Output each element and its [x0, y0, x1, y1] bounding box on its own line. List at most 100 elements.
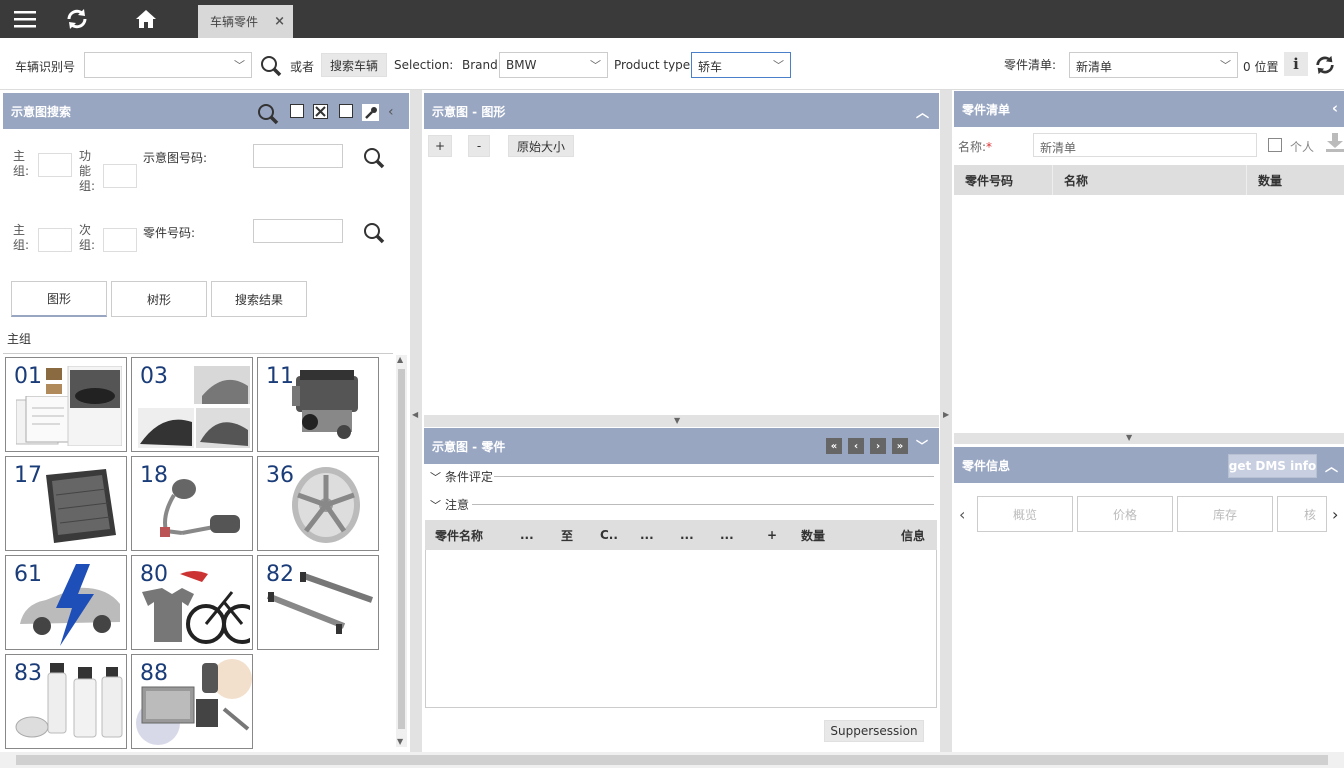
refresh-list-icon[interactable] — [1314, 54, 1336, 79]
product-type-select[interactable]: 轿车 ﹀ — [691, 52, 791, 78]
chevron-left-icon[interactable]: ‹ — [959, 505, 965, 524]
engine-image — [292, 370, 358, 439]
group-tile-36[interactable]: 36 — [257, 456, 379, 551]
col-to[interactable]: 至 — [561, 520, 573, 550]
diagram-parts-title: 示意图 - 零件 — [432, 439, 506, 454]
info-icon[interactable]: i — [1284, 52, 1308, 76]
close-icon[interactable]: × — [274, 14, 285, 29]
function-group-input[interactable] — [103, 164, 137, 188]
download-icon[interactable] — [1326, 133, 1344, 156]
tab-graphic[interactable]: 图形 — [11, 281, 107, 317]
prev-page-icon[interactable]: ‹ — [848, 438, 864, 454]
last-page-icon[interactable]: » — [892, 438, 908, 454]
tab-stock[interactable]: 库存 — [1177, 496, 1273, 532]
personal-checkbox[interactable] — [1268, 138, 1282, 152]
tab-vehicle-parts[interactable]: 车辆零件 × — [198, 5, 293, 38]
suppersession-button[interactable]: Suppersession — [824, 720, 924, 742]
group-tile-88[interactable]: 88 — [131, 654, 253, 749]
splitter-right[interactable]: ▶ — [940, 90, 952, 752]
horizontal-scrollbar[interactable] — [0, 752, 1344, 768]
next-page-icon[interactable]: › — [870, 438, 886, 454]
chevron-down-icon[interactable]: ▼ — [674, 416, 680, 425]
group-tile-17[interactable]: 17 — [5, 456, 127, 551]
group-tile-82[interactable]: 82 — [257, 555, 379, 650]
sub-group-input[interactable] — [103, 228, 137, 252]
scrollbar[interactable]: ▲ ▼ — [396, 355, 407, 747]
col-quantity[interactable]: 数量 — [801, 520, 825, 550]
search-icon[interactable] — [260, 55, 282, 80]
group-tile-11[interactable]: 11 — [257, 357, 379, 452]
list-name-input[interactable]: 新清单 — [1033, 133, 1257, 157]
splitter-middle[interactable]: ▼ — [424, 415, 939, 427]
product-type-value: 轿车 — [698, 60, 723, 74]
collapse-left-icon[interactable]: ‹ — [388, 104, 394, 120]
get-dms-info-button[interactable]: get DMS info — [1228, 454, 1317, 478]
scroll-down-icon[interactable]: ▼ — [397, 737, 403, 746]
parts-list-select[interactable]: 新清单 ﹀ — [1069, 52, 1238, 78]
col-more-1[interactable]: ... — [520, 520, 534, 550]
refresh-icon[interactable] — [62, 0, 92, 38]
zoom-out-button[interactable]: - — [468, 135, 490, 157]
search-icon[interactable] — [363, 222, 385, 247]
col-part-number[interactable]: 零件号码 — [965, 165, 1013, 195]
brand-select[interactable]: BMW ﹀ — [499, 52, 608, 78]
main-group-input[interactable] — [38, 153, 72, 177]
tab-verify[interactable]: 核 — [1277, 496, 1327, 532]
group-tile-80[interactable]: 80 — [131, 555, 253, 650]
splitter-left[interactable]: ◀ — [410, 90, 422, 752]
tab-overview[interactable]: 概览 — [977, 496, 1073, 532]
wrench-icon[interactable] — [362, 104, 379, 121]
col-more-3[interactable]: ... — [680, 520, 694, 550]
group-tile-61[interactable]: 61 — [5, 555, 127, 650]
chevron-left-icon[interactable]: ◀ — [412, 410, 418, 419]
group-tile-18[interactable]: 18 — [131, 456, 253, 551]
part-no-input[interactable] — [253, 219, 343, 243]
search-vehicle-button[interactable]: 搜索车辆 — [321, 53, 387, 77]
menu-icon[interactable] — [8, 0, 42, 38]
zoom-in-button[interactable]: + — [428, 135, 452, 157]
group-tile-83[interactable]: 83 — [5, 654, 127, 749]
chevron-up-icon[interactable]: ︿ — [916, 102, 929, 121]
chevron-right-icon[interactable]: ▶ — [943, 410, 949, 419]
col-part-name[interactable]: 零件名称 — [435, 520, 483, 550]
collapse-left-icon[interactable]: ‹ — [1332, 99, 1338, 117]
vin-select[interactable]: ﹀ — [84, 52, 252, 78]
col-quantity[interactable]: 数量 — [1258, 165, 1282, 195]
col-more-2[interactable]: ... — [640, 520, 654, 550]
splitter-right-horizontal[interactable]: ▼ — [954, 433, 1344, 444]
col-c[interactable]: C.. — [600, 520, 618, 550]
checkbox-icon[interactable] — [339, 104, 353, 118]
scrollbar-thumb[interactable] — [398, 369, 405, 729]
notes-section[interactable]: ﹀ 注意 — [430, 496, 469, 513]
tab-search-results[interactable]: 搜索结果 — [211, 281, 307, 317]
col-info[interactable]: 信息 — [901, 520, 925, 550]
chevron-right-icon[interactable]: › — [1332, 505, 1338, 524]
tab-price[interactable]: 价格 — [1077, 496, 1173, 532]
search-icon[interactable] — [363, 147, 385, 172]
diagram-parts-header: 示意图 - 零件 « ‹ › » ﹀ — [424, 428, 939, 464]
group-tile-03[interactable]: 03 — [131, 357, 253, 452]
parts-list-header: 零件清单 ‹ — [954, 91, 1344, 127]
home-icon[interactable] — [132, 0, 160, 38]
chevron-up-icon[interactable]: ︿ — [1325, 456, 1338, 475]
diagram-no-input[interactable] — [253, 144, 343, 168]
tab-tree[interactable]: 树形 — [111, 281, 207, 317]
expand-icon[interactable] — [313, 104, 328, 119]
condition-section[interactable]: ﹀ 条件评定 — [430, 468, 493, 485]
scrollbar-thumb[interactable] — [16, 755, 1328, 765]
chevron-down-icon[interactable]: ▼ — [1126, 433, 1132, 442]
group-tile-01[interactable]: 01 — [5, 357, 127, 452]
scroll-up-icon[interactable]: ▲ — [397, 355, 403, 364]
part-no-label: 零件号码: — [143, 226, 196, 240]
col-plus[interactable]: + — [767, 520, 777, 550]
exhaust-image — [160, 479, 240, 537]
search-icon[interactable] — [257, 103, 279, 128]
chevron-down-icon[interactable]: ﹀ — [916, 437, 928, 454]
original-size-button[interactable]: 原始大小 — [508, 135, 574, 157]
col-name[interactable]: 名称 — [1064, 165, 1088, 195]
first-page-icon[interactable]: « — [826, 438, 842, 454]
accessories-image — [142, 571, 250, 644]
main-group-input-2[interactable] — [38, 228, 72, 252]
checkbox-icon[interactable] — [290, 104, 304, 118]
col-more-4[interactable]: ... — [720, 520, 734, 550]
